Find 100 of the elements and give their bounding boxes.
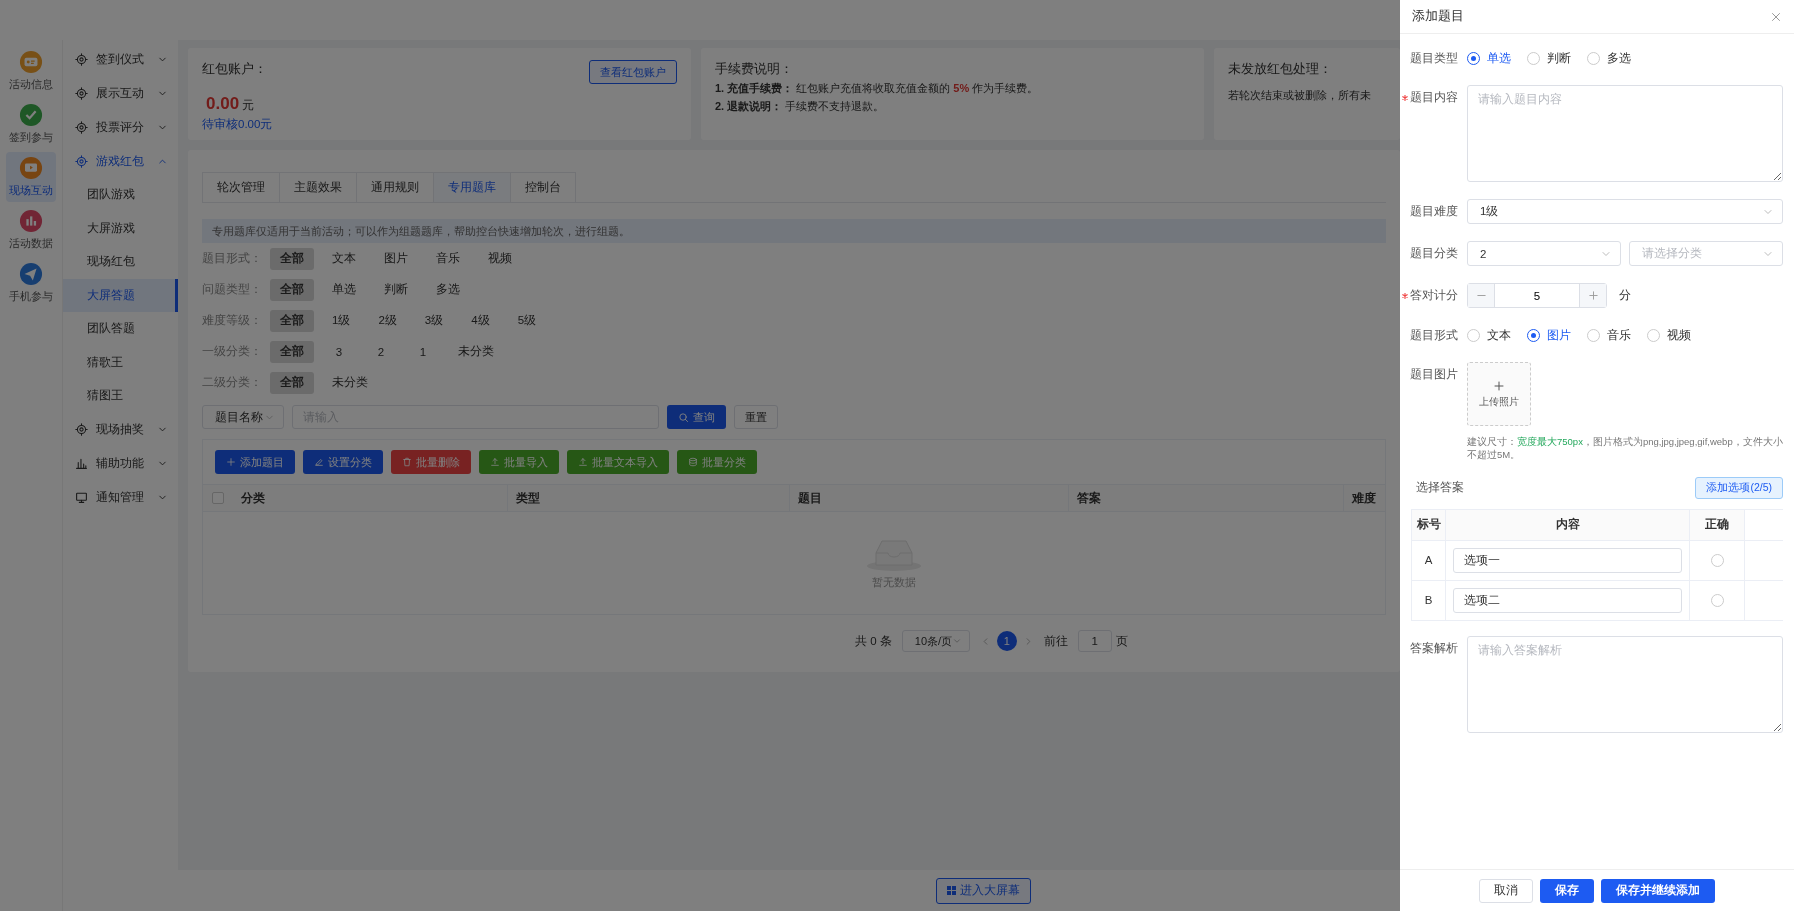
filter-option[interactable]: 全部 [270,247,314,270]
menu-item[interactable]: 猜图王 [63,379,178,413]
column-header: 题目 [790,485,1069,511]
option-key: B [1411,580,1446,621]
filter-option[interactable]: 全部 [270,340,314,363]
toolbar-button[interactable]: 批量删除 [391,450,471,474]
filter-option[interactable]: 全部 [270,309,314,332]
number-stepper[interactable]: 5 [1467,283,1607,308]
menu-group[interactable]: 投票评分 [63,110,178,144]
menu-item[interactable]: 猜歌王 [63,345,178,379]
section-label: 选择答案 [1416,480,1464,496]
footer-button[interactable]: 保存 [1540,878,1594,903]
filter-option[interactable]: 5级 [507,309,547,332]
filter-option[interactable]: 多选 [426,278,470,301]
upload-hint: 建议尺寸：宽度最大750px，图片格式为png,jpg,jpeg,gif,webp，文件大小不超过5M。 [1467,436,1783,462]
filter-option[interactable]: 判断 [374,278,418,301]
footer-button[interactable]: 取消 [1479,878,1533,903]
filter-option[interactable]: 3级 [414,309,454,332]
option-input[interactable]: 选项一 [1453,547,1682,573]
select-field[interactable]: 1级 [1467,199,1783,224]
search-button[interactable]: 查询 [667,405,726,429]
menu-group[interactable]: 通知管理 [63,480,178,515]
fee-note: 1. 充值手续费： 红包账户充值将收取充值金额的 5% 作为手续费。 [715,81,1040,96]
menu-item[interactable]: 团队答题 [63,312,178,346]
toolbar-button[interactable]: 设置分类 [303,450,383,474]
menu-group[interactable]: 签到仪式 [63,42,178,76]
balance-amount: 0.00 [206,94,240,114]
upload-icon [490,457,500,467]
field-select[interactable]: 题目名称 [202,405,284,429]
filter-option[interactable]: 视频 [478,247,522,270]
option-key: A [1411,540,1446,581]
filter-option[interactable]: 图片 [374,247,418,270]
filter-option[interactable]: 音乐 [426,247,470,270]
rail-item[interactable]: 活动数据 [6,205,56,255]
filter-option[interactable]: 单选 [322,278,366,301]
gear-icon [75,120,88,134]
page-input[interactable]: 1 [1077,630,1112,652]
enter-screen-button[interactable]: 进入大屏幕 [936,877,1031,904]
card-title: 手续费说明： [715,60,794,78]
page-size-select[interactable]: 10条/页 [901,630,970,652]
menu-item[interactable]: 现场红包 [63,245,178,279]
radio-label[interactable]: 文本 [1487,327,1511,343]
filter-option[interactable]: 2级 [368,309,407,332]
menu-item[interactable]: 大屏答题 [63,278,178,312]
filter-option[interactable]: 全部 [270,278,314,301]
filter-option[interactable]: 4级 [461,309,500,332]
add-option-button[interactable]: 添加选项(2/5) [1695,476,1783,499]
select-field[interactable]: 2 [1467,241,1621,266]
filter-option[interactable]: 未分类 [322,371,378,394]
decrement-button[interactable] [1468,284,1494,307]
menu-item[interactable]: 大屏游戏 [63,211,178,245]
rail-item[interactable]: 手机参与 [6,258,56,308]
rail-item[interactable]: 签到参与 [6,99,56,149]
text-area[interactable]: 请输入题目内容 [1467,85,1783,182]
page-suffix: 页 [1115,633,1128,649]
footer-button[interactable]: 保存并继续添加 [1601,878,1715,903]
increment-button[interactable] [1580,284,1606,307]
radio-button[interactable] [1467,51,1480,65]
checkbox[interactable] [212,492,224,504]
filter-option[interactable]: 3 [322,340,356,363]
filter-option[interactable]: 1 [406,340,440,363]
radio-label[interactable]: 音乐 [1607,327,1631,343]
filter-option[interactable]: 2 [364,340,398,363]
menu-group[interactable]: 展示互动 [63,76,178,110]
toolbar-button[interactable]: 批量导入 [479,450,559,474]
field-label: 题目图片 [1410,367,1458,382]
rail-item[interactable]: 现场互动 [6,152,56,202]
radio-label[interactable]: 图片 [1547,327,1571,343]
gear-icon [75,86,88,100]
view-account-button[interactable]: 查看红包账户 [589,60,677,84]
database-icon [688,457,698,467]
tab[interactable]: 控制台 [510,172,576,202]
option-input[interactable]: 选项二 [1453,587,1682,613]
page-button[interactable]: 1 [996,631,1017,651]
toolbar-button[interactable]: 添加题目 [215,450,295,474]
reset-button[interactable]: 重置 [734,405,778,429]
upload-icon [578,457,588,467]
column-header: 分类 [233,485,508,511]
tab[interactable]: 专用题库 [433,172,511,202]
menu-group[interactable]: 辅助功能 [63,446,178,481]
text-area[interactable]: 请输入答案解析 [1467,635,1783,733]
filter-option[interactable]: 文本 [322,247,366,270]
menu-item[interactable]: 团队游戏 [63,178,178,212]
tab[interactable]: 轮次管理 [202,172,280,202]
upload-button[interactable]: 上传照片 [1467,362,1531,426]
radio-label[interactable]: 视频 [1667,327,1691,343]
menu-group[interactable]: 游戏红包 [63,144,178,178]
radio-label[interactable]: 判断 [1547,50,1571,66]
radio-label[interactable]: 单选 [1487,50,1511,66]
filter-option[interactable]: 全部 [270,371,314,394]
filter-option[interactable]: 未分类 [448,340,504,363]
pen-icon [314,457,324,467]
radio-button[interactable] [1527,328,1540,342]
rail-item[interactable]: 活动信息 [6,46,56,96]
gear-icon [75,423,88,436]
close-button[interactable] [1770,10,1782,23]
card-title: 未发放红包处理： [1228,60,1333,78]
menu-group[interactable]: 现场抽奖 [63,412,178,447]
radio-label[interactable]: 多选 [1607,50,1631,66]
filter-option[interactable]: 1级 [322,309,361,332]
